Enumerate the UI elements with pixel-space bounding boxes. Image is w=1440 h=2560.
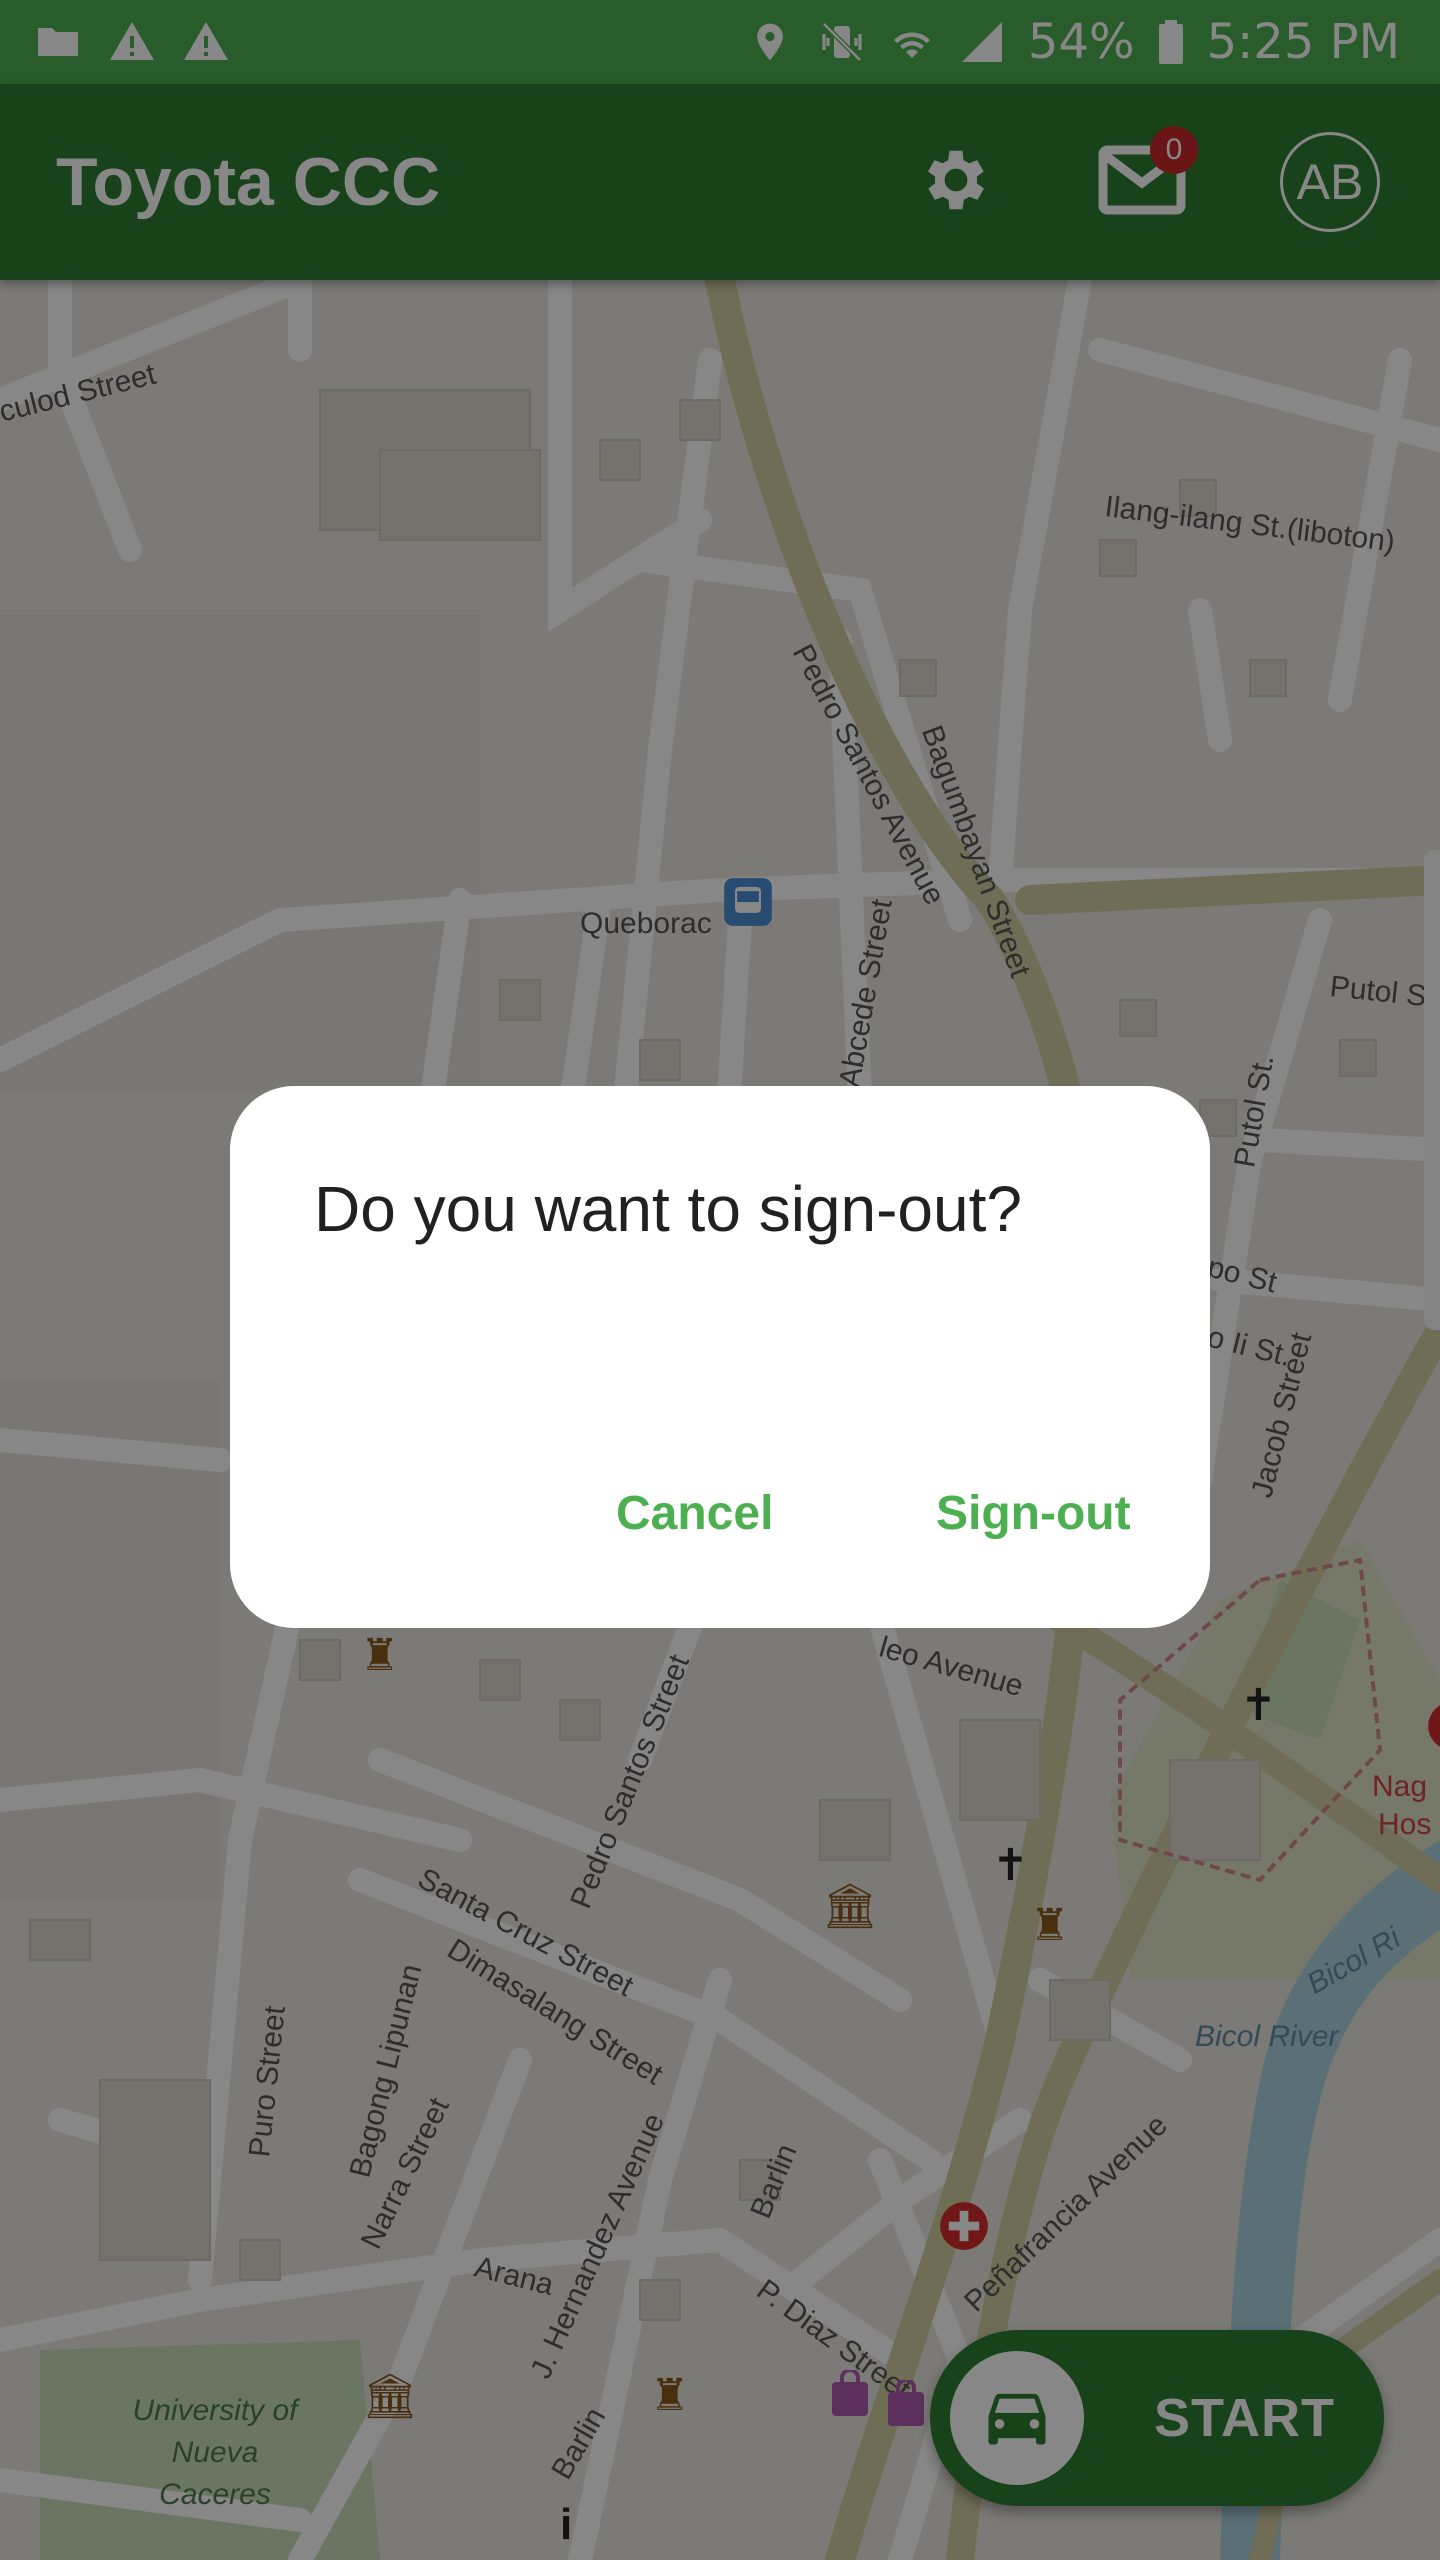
dialog-title: Do you want to sign-out? xyxy=(314,1173,1022,1245)
cancel-button[interactable]: Cancel xyxy=(616,1486,773,1541)
sign-out-button[interactable]: Sign-out xyxy=(936,1486,1131,1541)
sign-out-dialog: Do you want to sign-out? Cancel Sign-out xyxy=(230,1086,1210,1628)
